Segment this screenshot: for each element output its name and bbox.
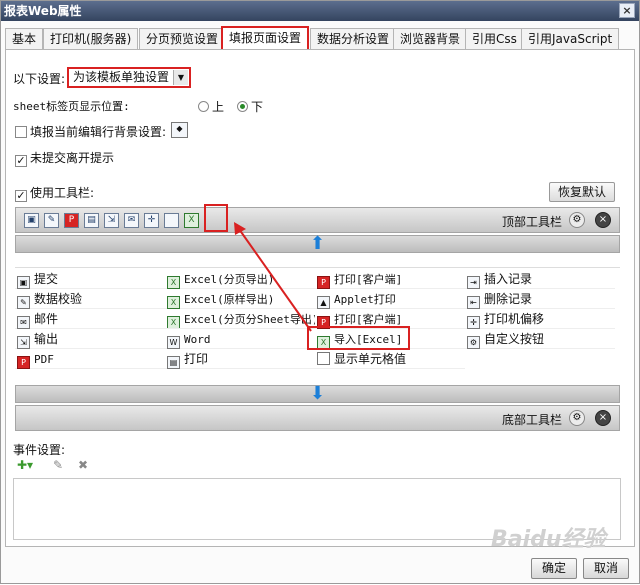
delete-icon[interactable]: ✖ <box>78 458 88 472</box>
bottom-toolbar-label: 底部工具栏 <box>502 413 563 427</box>
move-down-strip[interactable]: ⬇ <box>15 385 620 403</box>
ok-button[interactable]: 确定 <box>531 558 578 579</box>
arrow-down-icon[interactable]: ⬇ <box>310 385 325 403</box>
bottom-toolbar: 底部工具栏 ⚙ × <box>15 405 620 431</box>
edit-icon[interactable]: ✎ <box>53 458 63 472</box>
add-icon[interactable]: ✚▾ <box>17 458 33 472</box>
dialog-window: 报表Web属性 × 基本 打印机(服务器) 分页预览设置 填报页面设置 数据分析… <box>0 0 640 584</box>
cancel-button[interactable]: 取消 <box>583 558 630 579</box>
watermark-logo: Baidu经验 <box>491 527 606 552</box>
gear-icon[interactable]: ⚙ <box>569 410 585 426</box>
event-settings-label: 事件设置: <box>13 443 66 457</box>
close-icon[interactable]: × <box>595 410 611 426</box>
